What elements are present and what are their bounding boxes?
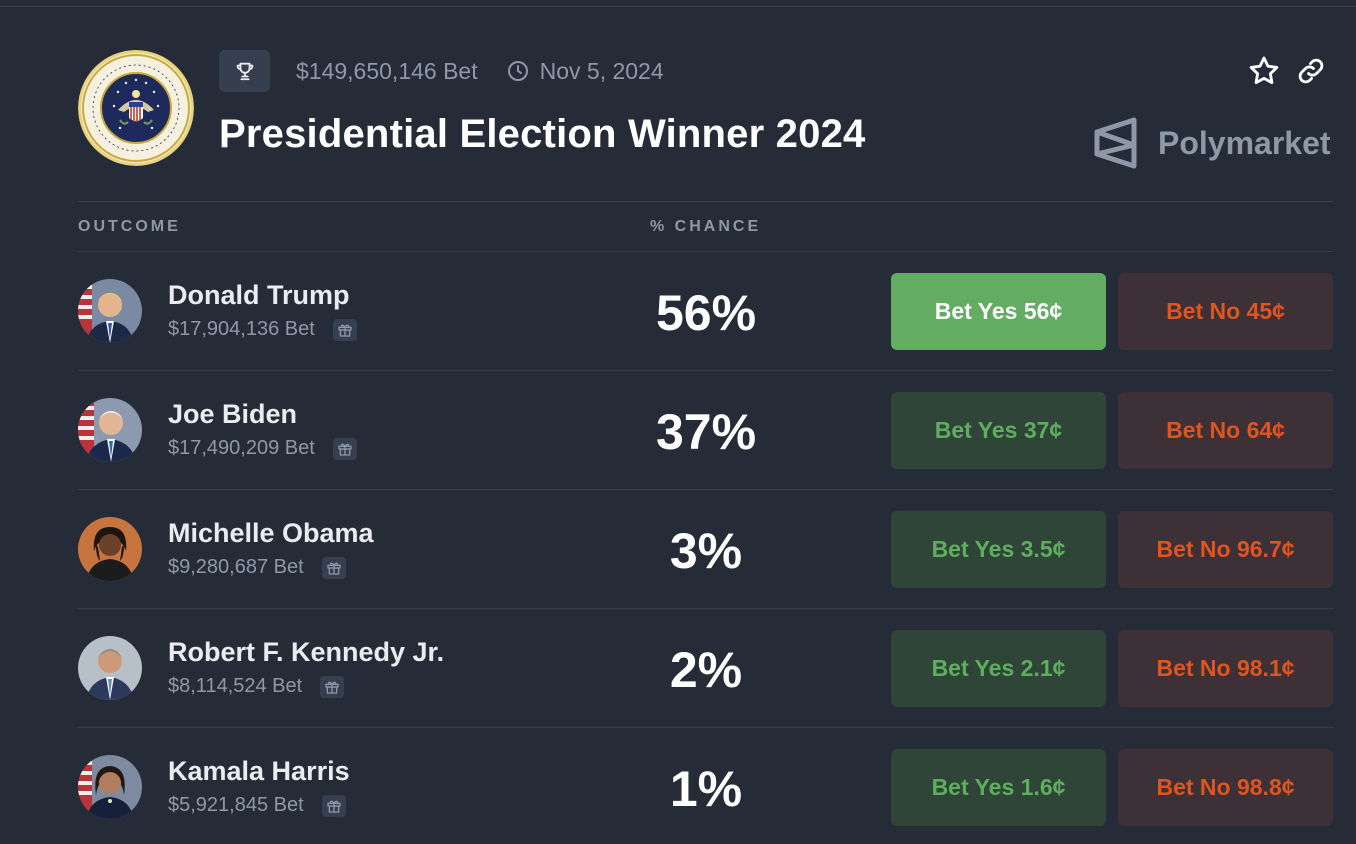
bet-yes-button[interactable]: Bet Yes 1.6¢ [891, 749, 1106, 826]
outcome-row[interactable]: Robert F. Kennedy Jr. $8,114,524 Bet 2% … [78, 609, 1333, 727]
outcome-name[interactable]: Kamala Harris [168, 756, 350, 787]
trophy-badge[interactable] [219, 50, 270, 92]
outcome-row[interactable]: Joe Biden $17,490,209 Bet 37% Bet Yes 37… [78, 371, 1333, 489]
outcome-volume: $5,921,845 Bet [168, 794, 304, 816]
avatar [78, 636, 142, 700]
avatar [78, 398, 142, 462]
link-icon[interactable] [1296, 56, 1326, 86]
outcome-volume: $17,490,209 Bet [168, 437, 315, 459]
outcome-name[interactable]: Joe Biden [168, 399, 297, 430]
gift-icon[interactable] [321, 556, 346, 579]
bet-no-button[interactable]: Bet No 64¢ [1118, 392, 1333, 469]
outcome-chance: 37% [655, 404, 757, 460]
gift-icon[interactable] [332, 437, 357, 460]
bet-yes-button[interactable]: Bet Yes 37¢ [891, 392, 1106, 469]
outcome-row[interactable]: Donald Trump $17,904,136 Bet 56% Bet Yes… [78, 252, 1333, 370]
outcome-chance: 3% [669, 523, 743, 579]
gift-icon[interactable] [321, 794, 346, 817]
bet-no-button[interactable]: Bet No 98.8¢ [1118, 749, 1333, 826]
market-volume: $149,650,146 Bet [296, 57, 478, 84]
divider [78, 201, 1333, 202]
clock-icon [506, 59, 530, 83]
bet-yes-button[interactable]: Bet Yes 56¢ [891, 273, 1106, 350]
top-divider [0, 6, 1356, 7]
avatar [78, 279, 142, 343]
bet-no-button[interactable]: Bet No 96.7¢ [1118, 511, 1333, 588]
brand-name: Polymarket [1158, 124, 1331, 161]
outcome-chance: 2% [669, 642, 743, 698]
market-meta: $149,650,146 Bet Nov 5, 2024 [219, 50, 664, 92]
gift-icon[interactable] [332, 318, 357, 341]
gift-icon[interactable] [320, 675, 345, 698]
avatar [78, 517, 142, 581]
outcome-header: OUTCOME [78, 218, 181, 235]
bet-no-button[interactable]: Bet No 98.1¢ [1118, 630, 1333, 707]
outcome-name[interactable]: Donald Trump [168, 280, 350, 311]
bet-no-button[interactable]: Bet No 45¢ [1118, 273, 1333, 350]
market-title: Presidential Election Winner 2024 [219, 112, 866, 156]
outcome-name[interactable]: Michelle Obama [168, 518, 374, 549]
brand[interactable]: Polymarket [1092, 116, 1331, 170]
outcome-name[interactable]: Robert F. Kennedy Jr. [168, 637, 444, 668]
chance-header: % CHANCE [650, 218, 762, 235]
market-end-date: Nov 5, 2024 [539, 57, 664, 84]
bet-yes-button[interactable]: Bet Yes 2.1¢ [891, 630, 1106, 707]
outcome-row[interactable]: Michelle Obama $9,280,687 Bet 3% Bet Yes… [78, 490, 1333, 608]
star-icon[interactable] [1247, 54, 1281, 88]
outcome-chance: 56% [655, 285, 757, 341]
polymarket-logo-icon [1094, 117, 1137, 169]
outcome-volume: $9,280,687 Bet [168, 556, 304, 578]
outcome-volume: $17,904,136 Bet [168, 318, 315, 340]
outcome-row[interactable]: Kamala Harris $5,921,845 Bet 1% Bet Yes … [78, 728, 1333, 844]
trophy-icon [236, 62, 253, 81]
presidential-seal-icon [78, 50, 194, 166]
outcome-volume: $8,114,524 Bet [168, 675, 303, 697]
avatar [78, 755, 142, 819]
outcome-chance: 1% [669, 761, 743, 817]
bet-yes-button[interactable]: Bet Yes 3.5¢ [891, 511, 1106, 588]
